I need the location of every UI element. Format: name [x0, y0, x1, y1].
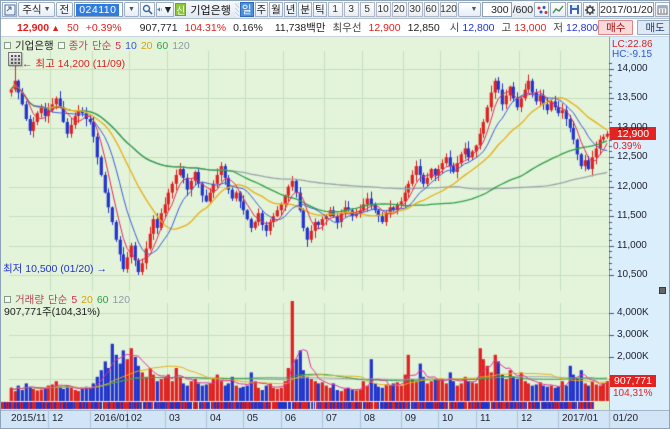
legend-stock-name: 기업은행	[15, 38, 54, 53]
checkbox-icon[interactable]	[4, 42, 11, 49]
current-volume-pct: 104,31%	[613, 388, 652, 399]
checkbox-icon[interactable]	[4, 296, 11, 303]
axis-tick-label: 06	[285, 413, 296, 424]
axis-resize-handle[interactable]	[659, 287, 666, 294]
axis-tick-label: 2016/01	[94, 413, 130, 424]
current-volume-box: 907,771	[610, 375, 656, 387]
lowest-price-annotation: 최저 10,500 (01/20) →	[3, 261, 107, 276]
ma5-label: 5	[115, 40, 121, 52]
axis-tick-label: 11,500	[617, 210, 647, 221]
axis-tick-label: 12	[521, 413, 532, 424]
highest-price-annotation: ← 최고 14,200 (11/09)	[22, 56, 125, 71]
axis-tick-label: 12,500	[617, 151, 648, 162]
axis-tick-label: 13,500	[617, 92, 648, 103]
ma60-label: 60	[157, 40, 169, 52]
axis-tick-label: 02	[131, 413, 142, 424]
axis-tick-label: 11,000	[617, 240, 647, 251]
checkbox-icon[interactable]	[58, 42, 65, 49]
axis-tick-label: 12	[52, 413, 63, 424]
axis-tick-label: 05	[247, 413, 258, 424]
axis-tick-label: 01/20	[613, 413, 638, 424]
ma20-label: 20	[141, 40, 153, 52]
axis-tick-label: 3,000K	[617, 329, 649, 340]
axis-tick-label: 2,000K	[617, 351, 649, 362]
ma120-label: 120	[172, 40, 190, 52]
axis-tick-label: 11	[480, 413, 490, 424]
legend-ma-method: 단순	[92, 38, 111, 53]
axis-tick-label: 13,000	[617, 122, 648, 133]
axis-tick-label: 2015/11	[11, 413, 46, 424]
grip-dots-icon	[11, 55, 20, 64]
axis-tick-label: 03	[169, 413, 180, 424]
hc-ratio-label: HC:-9.15	[612, 49, 652, 60]
vol-ma120-label: 120	[113, 294, 131, 306]
price-legend: 기업은행 종가 단순 5 10 20 60 120	[4, 38, 190, 53]
axis-tick-label: 09	[405, 413, 416, 424]
volume-subtitle: 907,771주(104,31%)	[4, 304, 100, 319]
axis-tick-label: 12,000	[617, 181, 648, 192]
axis-tick-label: 07	[326, 413, 337, 424]
chart-drag-handle[interactable]	[8, 52, 22, 66]
axis-tick-label: 4,000K	[617, 307, 649, 318]
legend-close-type: 종가	[69, 38, 88, 53]
ma10-label: 10	[125, 40, 137, 52]
axis-tick-label: 08	[364, 413, 375, 424]
axis-tick-label: 14,000	[617, 63, 648, 74]
axis-tick-label: 10,500	[617, 269, 648, 280]
axis-tick-label: 2017/01	[562, 413, 598, 424]
axis-tick-label: 04	[210, 413, 221, 424]
axis-tick-label: 10	[442, 413, 453, 424]
right-arrow-icon: →	[96, 263, 107, 275]
stock-chart-window: 주식▼ 전 024110 ▼ ▼ 신 기업은행 일 주 월 년 분 틱 1 3 …	[0, 0, 670, 429]
left-arrow-icon: ←	[22, 58, 33, 70]
